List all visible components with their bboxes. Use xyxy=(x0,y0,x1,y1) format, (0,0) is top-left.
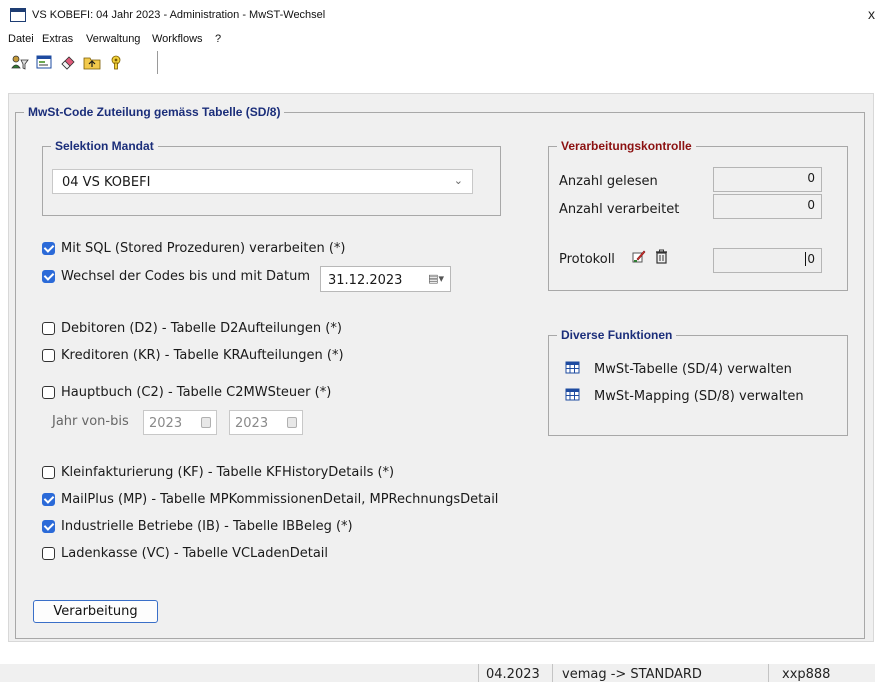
date-picker[interactable]: 31.12.2023 ▤▾ xyxy=(320,266,451,292)
status-period: 04.2023 xyxy=(486,668,540,682)
mandat-select[interactable]: 04 VS KOBEFI ⌄ xyxy=(52,169,473,194)
wechsel-checkbox[interactable] xyxy=(42,270,55,283)
klein-checkbox[interactable] xyxy=(42,466,55,479)
main-group-title: MwSt-Code Zuteilung gemäss Tabelle (SD/8… xyxy=(24,104,285,120)
verarbeitet-value: 0 xyxy=(713,194,822,219)
protokoll-value: 0 xyxy=(713,248,822,273)
hauptbuch-option[interactable]: Hauptbuch (C2) - Tabelle C2MWSteuer (*) xyxy=(42,385,331,400)
debitoren-checkbox[interactable] xyxy=(42,322,55,335)
status-connection: vemag -> STANDARD xyxy=(562,668,702,682)
debitoren-option[interactable]: Debitoren (D2) - Tabelle D2Aufteilungen … xyxy=(42,321,342,336)
calendar-icon[interactable] xyxy=(287,417,297,428)
menu-datei[interactable]: Datei xyxy=(8,33,34,45)
kreditoren-checkbox[interactable] xyxy=(42,349,55,362)
mwst-tabelle-link[interactable]: MwSt-Tabelle (SD/4) verwalten xyxy=(594,362,792,377)
main-panel: MwSt-Code Zuteilung gemäss Tabelle (SD/8… xyxy=(8,93,874,642)
menu-extras[interactable]: Extras xyxy=(42,33,73,45)
menu-bar: Datei Extras Verwaltung Workflows ? xyxy=(0,30,875,50)
year-from-input[interactable]: 2023 xyxy=(143,410,217,435)
kontrolle-title: Verarbeitungskontrolle xyxy=(557,138,696,154)
gelesen-value: 0 xyxy=(713,167,822,192)
chevron-down-icon: ⌄ xyxy=(453,174,463,187)
jahr-label: Jahr von-bis xyxy=(52,414,129,429)
sql-checkbox[interactable] xyxy=(42,242,55,255)
folder-up-icon[interactable] xyxy=(83,54,101,71)
edit-log-icon[interactable] xyxy=(631,249,646,264)
hauptbuch-checkbox[interactable] xyxy=(42,386,55,399)
menu-workflows[interactable]: Workflows xyxy=(152,33,203,45)
laden-label: Ladenkasse (VC) - Tabelle VCLadenDetail xyxy=(61,546,329,561)
industrie-checkbox[interactable] xyxy=(42,520,55,533)
form-window-icon[interactable] xyxy=(35,54,53,71)
klein-option[interactable]: Kleinfakturierung (KF) - Tabelle KFHisto… xyxy=(42,465,394,480)
selektion-group: Selektion Mandat 04 VS KOBEFI ⌄ xyxy=(42,138,501,216)
sql-label: Mit SQL (Stored Prozeduren) verarbeiten … xyxy=(61,241,346,256)
verarbeitung-button[interactable]: Verarbeitung xyxy=(33,600,158,623)
title-bar: VS KOBEFI: 04 Jahr 2023 - Administration… xyxy=(0,0,875,30)
mandat-select-value: 04 VS KOBEFI xyxy=(62,175,151,190)
year-to-value: 2023 xyxy=(235,416,269,431)
year-to-input[interactable]: 2023 xyxy=(229,410,303,435)
wechsel-label: Wechsel der Codes bis und mit Datum xyxy=(61,269,311,284)
date-value: 31.12.2023 xyxy=(328,273,403,288)
table-icon[interactable] xyxy=(565,360,580,375)
verarbeitet-label: Anzahl verarbeitet xyxy=(559,202,680,217)
laden-option[interactable]: Ladenkasse (VC) - Tabelle VCLadenDetail xyxy=(42,546,328,561)
debitoren-label: Debitoren (D2) - Tabelle D2Aufteilungen … xyxy=(61,321,342,336)
mailplus-checkbox[interactable] xyxy=(42,493,55,506)
status-user: xxp888 xyxy=(782,668,831,682)
app-window-icon xyxy=(10,8,26,22)
kreditoren-option[interactable]: Kreditoren (KR) - Tabelle KRAufteilungen… xyxy=(42,348,344,363)
laden-checkbox[interactable] xyxy=(42,547,55,560)
protokoll-label: Protokoll xyxy=(559,252,615,267)
gelesen-label: Anzahl gelesen xyxy=(559,174,658,189)
klein-label: Kleinfakturierung (KF) - Tabelle KFHisto… xyxy=(61,465,395,480)
mailplus-label: MailPlus (MP) - Tabelle MPKommissionenDe… xyxy=(61,492,499,507)
industrie-option[interactable]: Industrielle Betriebe (IB) - Tabelle IBB… xyxy=(42,519,353,534)
calendar-dropdown-icon[interactable]: ▤▾ xyxy=(428,272,444,285)
funktionen-group: Diverse Funktionen MwSt-Tabelle (SD/4) v… xyxy=(548,327,848,436)
table-icon[interactable] xyxy=(565,387,580,402)
menu-help[interactable]: ? xyxy=(215,33,221,45)
funktionen-title: Diverse Funktionen xyxy=(557,327,677,343)
toolbar xyxy=(8,51,158,74)
kontrolle-group: Verarbeitungskontrolle Anzahl gelesen 0 … xyxy=(548,138,848,291)
industrie-label: Industrielle Betriebe (IB) - Tabelle IBB… xyxy=(61,519,353,534)
kreditoren-label: Kreditoren (KR) - Tabelle KRAufteilungen… xyxy=(61,348,344,363)
close-button[interactable]: x xyxy=(868,6,875,22)
calendar-icon[interactable] xyxy=(201,417,211,428)
wechsel-option[interactable]: Wechsel der Codes bis und mit Datum xyxy=(42,269,310,284)
mailplus-option[interactable]: MailPlus (MP) - Tabelle MPKommissionenDe… xyxy=(42,492,498,507)
sql-option[interactable]: Mit SQL (Stored Prozeduren) verarbeiten … xyxy=(42,241,346,256)
eraser-icon[interactable] xyxy=(59,54,77,71)
selektion-title: Selektion Mandat xyxy=(51,138,158,154)
window-title: VS KOBEFI: 04 Jahr 2023 - Administration… xyxy=(32,9,326,21)
status-bar: 04.2023 vemag -> STANDARD xxp888 xyxy=(0,664,875,682)
menu-verwaltung[interactable]: Verwaltung xyxy=(86,33,140,45)
trash-icon[interactable] xyxy=(654,249,669,264)
mwst-mapping-link[interactable]: MwSt-Mapping (SD/8) verwalten xyxy=(594,389,804,404)
year-from-value: 2023 xyxy=(149,416,183,431)
hauptbuch-label: Hauptbuch (C2) - Tabelle C2MWSteuer (*) xyxy=(61,385,332,400)
user-filter-icon[interactable] xyxy=(11,54,29,71)
help-icon[interactable] xyxy=(107,54,125,71)
